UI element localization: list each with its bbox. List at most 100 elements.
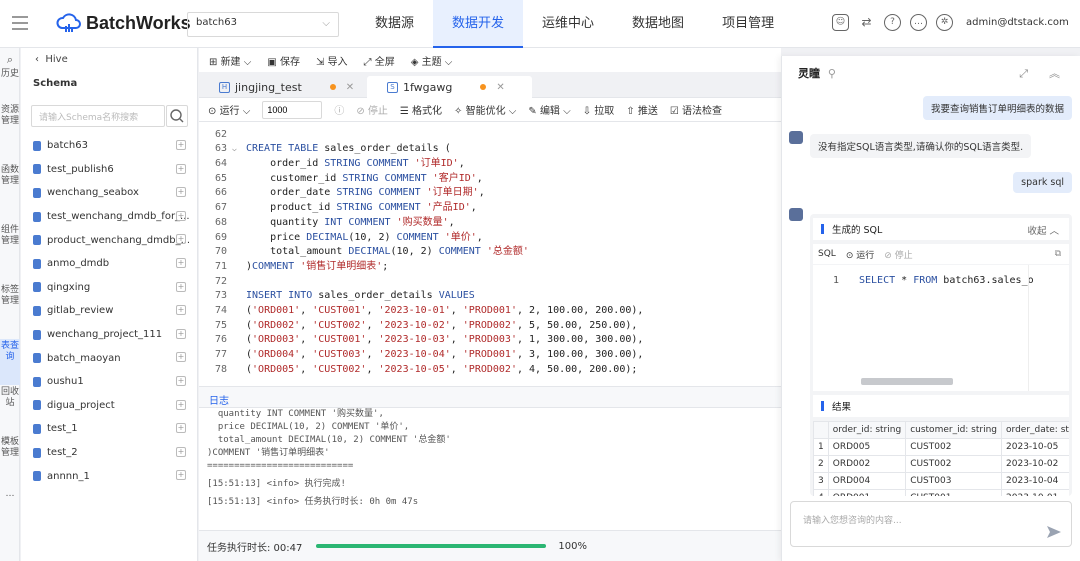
chat-input[interactable]: 请输入您想咨询的内容...: [790, 501, 1072, 547]
add-icon[interactable]: +: [176, 375, 186, 386]
nav-data-map[interactable]: 数据地图: [613, 0, 703, 48]
schema-item[interactable]: product_wenchang_dmdb_... +: [21, 228, 198, 252]
column-header[interactable]: order_date: st: [1001, 421, 1069, 439]
schema-item[interactable]: test_1 +: [21, 417, 198, 441]
schema-item[interactable]: anmo_dmdb +: [21, 252, 198, 276]
sql-preview-editor[interactable]: 1 SELECT * FROM batch63.sales_o: [813, 265, 1069, 391]
add-icon[interactable]: +: [176, 257, 186, 268]
app-logo[interactable]: BatchWorks: [56, 10, 191, 36]
run-button[interactable]: ⊙ 运行 ⌵: [208, 102, 250, 117]
table-row[interactable]: 2 ORD002 CUST002 2023-10-02: [813, 455, 1069, 473]
rail-template-mgmt[interactable]: 模板管理: [0, 435, 20, 487]
rail-component-mgmt[interactable]: 组件管理: [0, 223, 20, 283]
close-icon[interactable]: ✕: [496, 82, 504, 93]
rail-tag-mgmt[interactable]: 标签管理: [0, 283, 20, 339]
schema-search-input[interactable]: 请输入Schema名称搜索: [31, 105, 165, 127]
hive-back-link[interactable]: ‹ Hive: [35, 54, 68, 65]
fold-chevron-icon[interactable]: ⌵: [232, 142, 237, 157]
column-header[interactable]: [813, 421, 829, 439]
rail-more[interactable]: …: [0, 487, 20, 502]
pin-icon[interactable]: ⚲: [828, 67, 836, 80]
collapse-up-icon[interactable]: ︽: [1049, 67, 1060, 80]
push-button[interactable]: ⇧ 推送: [626, 102, 658, 117]
schema-item[interactable]: batch_maoyan +: [21, 346, 198, 370]
add-icon[interactable]: +: [176, 140, 186, 150]
nav-project-mgmt[interactable]: 项目管理: [703, 0, 793, 48]
horizontal-scrollbar[interactable]: [861, 378, 953, 385]
import-button[interactable]: ⇲ 导入: [316, 53, 348, 68]
sql-run-button[interactable]: ⊙ 运行: [846, 248, 874, 261]
schema-item[interactable]: test_wenchang_dmdb_for_... +: [21, 205, 198, 229]
sql-stop-button[interactable]: ⊘ 停止: [884, 248, 912, 261]
assistant-icon[interactable]: ☺: [832, 14, 849, 31]
limit-input[interactable]: [262, 100, 323, 119]
column-header[interactable]: order_id: string: [827, 421, 907, 439]
schema-item-label: digua_project: [47, 399, 115, 411]
add-icon[interactable]: +: [176, 281, 186, 292]
send-icon[interactable]: [1047, 526, 1061, 538]
add-icon[interactable]: +: [176, 446, 186, 457]
translate-icon[interactable]: ⇄: [858, 14, 875, 31]
fullscreen-button[interactable]: ⤢ 全屏: [364, 53, 395, 68]
table-row[interactable]: 3 ORD004 CUST003 2023-10-04: [813, 472, 1069, 490]
theme-button[interactable]: ◈ 主题 ⌵: [411, 53, 453, 68]
code-text: ('ORD002', 'CUST002', '2023-10-02', 'PRO…: [246, 319, 638, 331]
add-icon[interactable]: +: [176, 163, 186, 174]
edit-button[interactable]: ✎ 编辑 ⌵: [528, 102, 570, 117]
code-editor[interactable]: 62 63 ⌵ CREATE TABLE sales_order_details (6…: [199, 122, 781, 386]
table-row[interactable]: 4ORD001CUST0012023-10-01: [813, 489, 1069, 496]
help-icon[interactable]: ?: [884, 14, 901, 31]
rail-recycle-bin[interactable]: 回收站: [0, 385, 20, 435]
schema-item[interactable]: gitlab_review +: [21, 299, 198, 323]
tab-log[interactable]: 日志: [209, 392, 229, 407]
nav-data-dev[interactable]: 数据开发: [433, 0, 524, 48]
rail-resource-mgmt[interactable]: 资源管理: [0, 103, 20, 163]
add-icon[interactable]: +: [176, 210, 186, 221]
rail-table-query[interactable]: 表查询: [0, 339, 20, 385]
add-icon[interactable]: +: [176, 328, 186, 339]
pull-button[interactable]: ⇩ 拉取: [583, 102, 615, 117]
expand-icon[interactable]: ⤢: [1019, 67, 1028, 80]
add-icon[interactable]: +: [176, 234, 186, 245]
schema-item[interactable]: wenchang_seabox +: [21, 181, 198, 205]
column-header[interactable]: customer_id: string: [905, 421, 1003, 439]
schema-item[interactable]: test_2 +: [21, 441, 198, 465]
rail-history[interactable]: 历史: [0, 67, 20, 103]
close-icon[interactable]: ✕: [346, 82, 354, 93]
stop-button[interactable]: ⊘ 停止: [356, 102, 388, 117]
add-icon[interactable]: +: [176, 305, 186, 316]
schema-item[interactable]: oushu1 +: [21, 370, 198, 394]
message-icon[interactable]: …: [910, 14, 927, 31]
menu-icon[interactable]: [12, 16, 28, 30]
collapse-button[interactable]: 收起 ︿: [1027, 223, 1059, 237]
project-select[interactable]: batch63 ⌵: [187, 12, 339, 37]
rail-search-icon[interactable]: ⌕: [0, 48, 20, 67]
gear-icon[interactable]: ✲: [936, 14, 953, 31]
table-row[interactable]: 1 ORD005 CUST002 2023-10-05: [813, 438, 1069, 456]
add-icon[interactable]: +: [176, 470, 186, 481]
schema-item[interactable]: qingxing +: [21, 276, 198, 300]
add-icon[interactable]: +: [176, 352, 186, 363]
log-panel: quantity INT COMMENT '购买数量', price DECIM…: [199, 408, 781, 530]
save-button[interactable]: ▣ 保存: [267, 53, 300, 68]
rail-function-mgmt[interactable]: 函数管理: [0, 163, 20, 223]
new-button[interactable]: ⊞ 新建 ⌵: [209, 53, 251, 68]
copy-icon[interactable]: ⧉: [1055, 249, 1061, 259]
schema-item[interactable]: wenchang_project_111 +: [21, 323, 198, 347]
optimize-button[interactable]: ✧ 智能优化 ⌵: [454, 102, 516, 117]
add-icon[interactable]: +: [176, 399, 186, 410]
add-icon[interactable]: +: [176, 187, 186, 198]
nav-ops-center[interactable]: 运维中心: [523, 0, 613, 48]
tab-jingjing-test[interactable]: H jingjing_test ✕: [219, 76, 354, 98]
format-button[interactable]: ☰ 格式化: [400, 102, 442, 117]
user-email[interactable]: admin@dtstack.com: [966, 17, 1069, 28]
schema-item[interactable]: annnn_1 +: [21, 464, 198, 488]
tab-1fwgawg[interactable]: S 1fwgawg ✕: [367, 76, 532, 98]
nav-datasource[interactable]: 数据源: [356, 0, 433, 48]
schema-item[interactable]: batch63 +: [21, 134, 198, 158]
schema-item[interactable]: test_publish6 +: [21, 158, 198, 182]
syntax-check-button[interactable]: ☑ 语法检查: [670, 102, 722, 117]
add-icon[interactable]: +: [176, 423, 186, 434]
schema-item[interactable]: digua_project +: [21, 394, 198, 418]
search-button[interactable]: [166, 105, 188, 127]
